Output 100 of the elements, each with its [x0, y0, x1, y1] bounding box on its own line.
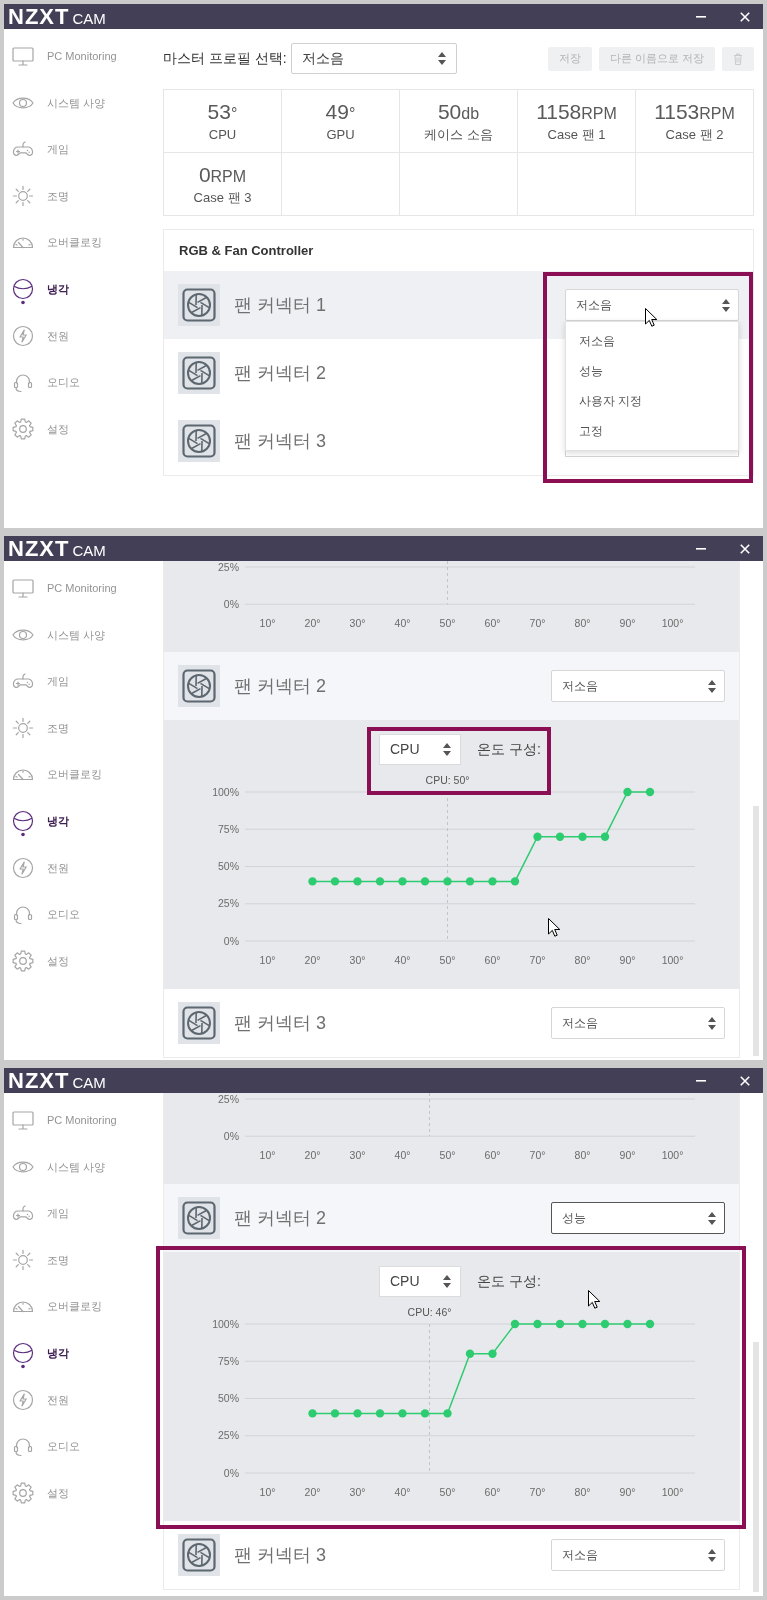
sidebar-item[interactable]: PC Monitoring — [4, 1097, 163, 1144]
curve-point[interactable] — [308, 1409, 317, 1418]
sidebar-item[interactable]: PC Monitoring — [4, 565, 163, 612]
sidebar-item[interactable]: 설정 — [4, 1469, 163, 1517]
curve-point[interactable] — [623, 787, 632, 797]
axis-tick-label: 50° — [439, 616, 456, 629]
sidebar-item[interactable]: 조명 — [4, 704, 163, 752]
sidebar-item[interactable]: 전원 — [4, 312, 163, 360]
mode-select[interactable]: 저소음 — [551, 1007, 725, 1039]
curve-point[interactable] — [533, 832, 542, 841]
curve-point[interactable] — [398, 1409, 407, 1418]
sidebar-item[interactable]: 조명 — [4, 1236, 163, 1284]
curve-point[interactable] — [488, 1349, 497, 1358]
curve-point[interactable] — [308, 877, 317, 886]
axis-tick-label: 25% — [218, 1429, 239, 1442]
sidebar-item[interactable]: 오디오 — [4, 891, 163, 938]
sidebar-item[interactable]: 게임 — [4, 658, 163, 705]
menu-item[interactable]: 성능 — [566, 356, 738, 386]
sidebar-item[interactable]: 조명 — [4, 172, 163, 220]
mode-select[interactable]: 저소음 — [551, 1539, 725, 1571]
sidebar-item[interactable]: 설정 — [4, 937, 163, 985]
curve-point[interactable] — [600, 832, 610, 841]
caret-icon — [708, 1211, 716, 1225]
curve-point[interactable] — [420, 877, 430, 886]
curve-point[interactable] — [578, 1319, 587, 1329]
axis-tick-label: 20° — [304, 953, 321, 966]
axis-tick-label: 50° — [439, 1148, 456, 1161]
fan-icon — [178, 1002, 220, 1044]
curve-point[interactable] — [375, 1409, 385, 1418]
mode-select[interactable]: 저소음 — [565, 289, 739, 321]
caret-icon — [443, 1275, 451, 1288]
curve-point[interactable] — [443, 1409, 452, 1418]
sidebar-item[interactable]: 시스템 사양 — [4, 79, 163, 127]
curve-point[interactable] — [465, 1349, 475, 1358]
curve-point[interactable] — [645, 1319, 655, 1329]
sidebar-item[interactable]: 오디오 — [4, 359, 163, 406]
curve-point[interactable] — [555, 832, 565, 841]
sun-icon — [12, 185, 34, 208]
sidebar-item[interactable]: 게임 — [4, 126, 163, 173]
curve-point[interactable] — [465, 877, 475, 886]
sidebar-item[interactable]: 전원 — [4, 844, 163, 892]
monitor-icon — [12, 577, 34, 600]
curve-point[interactable] — [555, 1319, 565, 1329]
curve-point[interactable] — [600, 1319, 610, 1329]
source-select[interactable]: CPU — [379, 734, 461, 765]
sidebar-item[interactable]: 시스템 사양 — [4, 611, 163, 659]
curve-point[interactable] — [330, 877, 340, 886]
profile-select[interactable]: 저소음 — [290, 43, 457, 74]
stat-value: 1153RPM — [654, 99, 735, 125]
scrollbar-thumb[interactable] — [753, 1342, 759, 1592]
sidebar-item[interactable]: 게임 — [4, 1190, 163, 1237]
curve-point[interactable] — [510, 877, 520, 886]
sidebar-item[interactable]: 냉각 — [4, 265, 163, 313]
fan-connector-label: 팬 커넥터 2 — [234, 674, 326, 698]
axis-tick-label: 50° — [439, 1485, 456, 1498]
axis-tick-label: 60° — [484, 616, 501, 629]
mode-select[interactable]: 저소음 — [551, 670, 725, 702]
curve-point[interactable] — [375, 877, 385, 886]
sidebar-item[interactable]: 전원 — [4, 1376, 163, 1424]
select-field[interactable] — [565, 448, 739, 457]
axis-tick-label: 80° — [574, 1485, 591, 1498]
axis-tick-label: 100° — [661, 953, 684, 966]
sidebar-item[interactable]: 냉각 — [4, 797, 163, 845]
curve-point[interactable] — [330, 1409, 340, 1418]
curve-point[interactable] — [488, 877, 497, 886]
curve-point[interactable] — [623, 1319, 632, 1329]
axis-tick-label: 50% — [218, 1392, 239, 1405]
stat-label: Case 팬 1 — [547, 125, 606, 143]
curve-point[interactable] — [420, 1409, 430, 1418]
curve-point[interactable] — [353, 1409, 362, 1418]
curve-point[interactable] — [533, 1319, 542, 1329]
curve-point[interactable] — [353, 877, 362, 886]
axis-tick-label: 60° — [484, 953, 501, 966]
sidebar-item[interactable]: 시스템 사양 — [4, 1143, 163, 1191]
app-logo: NZXT CAM — [8, 1069, 106, 1092]
axis-tick-label: 40° — [394, 1148, 411, 1161]
axis-tick-label: 0% — [223, 1466, 239, 1479]
menu-item[interactable]: 저소음 — [566, 326, 738, 356]
axis-tick-label: 100° — [661, 616, 684, 629]
curve-point[interactable] — [443, 877, 452, 886]
sidebar-item[interactable]: 오버클로킹 — [4, 751, 163, 798]
temperature-marker-line — [447, 561, 448, 605]
caret-icon — [437, 52, 446, 65]
curve-point[interactable] — [578, 832, 587, 841]
fan-connector-label: 팬 커넥터 3 — [234, 1543, 326, 1567]
sidebar-item[interactable]: 오버클로킹 — [4, 1283, 163, 1330]
sidebar-item[interactable]: 오버클로킹 — [4, 219, 163, 266]
sidebar-item[interactable]: PC Monitoring — [4, 33, 163, 80]
curve-point[interactable] — [645, 787, 655, 797]
sidebar-item[interactable]: 냉각 — [4, 1329, 163, 1377]
source-select[interactable]: CPU — [379, 1266, 461, 1297]
curve-point[interactable] — [510, 1319, 520, 1329]
stat-value: 0RPM — [198, 162, 247, 188]
curve-point[interactable] — [398, 877, 407, 886]
scrollbar-thumb[interactable] — [753, 806, 759, 1056]
menu-item[interactable]: 고정 — [566, 416, 738, 446]
sidebar-item[interactable]: 오디오 — [4, 1423, 163, 1470]
sidebar-item[interactable]: 설정 — [4, 405, 163, 453]
menu-item[interactable]: 사용자 지정 — [566, 386, 738, 416]
mode-select[interactable]: 성능 — [551, 1202, 725, 1234]
